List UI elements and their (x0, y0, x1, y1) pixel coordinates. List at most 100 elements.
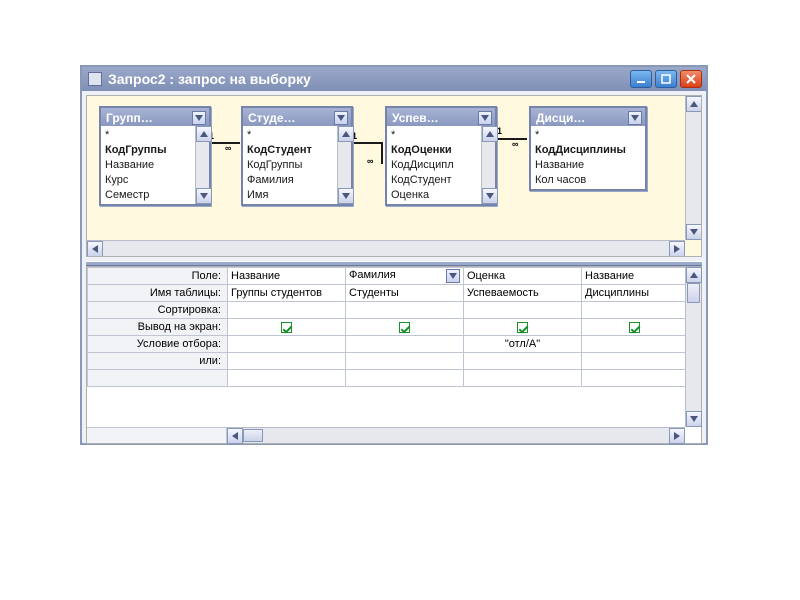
grid-cell[interactable]: Группы студентов (228, 285, 346, 302)
grid-cell[interactable]: Название (582, 268, 686, 285)
field-item[interactable]: Кол часов (535, 173, 631, 188)
grid-cell[interactable] (228, 353, 346, 370)
relation-many-label: ∞ (367, 156, 373, 166)
design-grid-pane[interactable]: Поле: Название Фамилия Оценка Название И… (86, 266, 702, 444)
row-field: Поле: Название Фамилия Оценка Название (88, 268, 686, 285)
chevron-down-icon[interactable] (628, 111, 642, 125)
row-or: или: (88, 353, 686, 370)
scroll-up-button[interactable] (686, 267, 702, 283)
grid-cell[interactable] (582, 336, 686, 353)
table-header[interactable]: Групп… (101, 108, 209, 126)
grid-cell[interactable] (582, 319, 686, 336)
grid-vertical-scrollbar[interactable] (685, 267, 701, 427)
scrollbar-thumb[interactable] (687, 283, 700, 303)
row-label-field: Поле: (88, 268, 228, 285)
qbe-grid[interactable]: Поле: Название Фамилия Оценка Название И… (87, 267, 685, 387)
grid-cell[interactable] (464, 353, 582, 370)
field-item[interactable]: КодГруппы (105, 143, 195, 158)
grid-cell[interactable]: Дисциплины (582, 285, 686, 302)
field-item[interactable]: Имя (247, 188, 337, 203)
field-item[interactable]: * (105, 128, 195, 143)
field-item[interactable]: КодОценки (391, 143, 481, 158)
titlebar[interactable]: Запрос2 : запрос на выборку (82, 67, 706, 91)
minimize-button[interactable] (630, 70, 652, 88)
field-item[interactable]: * (247, 128, 337, 143)
scroll-down-button[interactable] (686, 224, 702, 240)
show-checkbox[interactable] (281, 322, 292, 333)
grid-cell[interactable] (582, 302, 686, 319)
grid-cell[interactable] (346, 319, 464, 336)
scroll-up-button[interactable] (686, 96, 702, 112)
row-label-table: Имя таблицы: (88, 285, 228, 302)
relation-line (353, 142, 383, 144)
scroll-left-button[interactable] (227, 428, 243, 444)
diagram-horizontal-scrollbar[interactable] (87, 240, 685, 256)
grid-cell[interactable]: "отл/А" (464, 336, 582, 353)
show-checkbox[interactable] (399, 322, 410, 333)
field-item[interactable]: Курс (105, 173, 195, 188)
table-scrollbar[interactable] (481, 126, 495, 204)
chevron-down-icon[interactable] (478, 111, 492, 125)
close-button[interactable] (680, 70, 702, 88)
table-header[interactable]: Дисци… (531, 108, 645, 126)
maximize-button[interactable] (655, 70, 677, 88)
grid-cell[interactable]: Оценка (464, 268, 582, 285)
grid-cell[interactable] (346, 302, 464, 319)
table-box[interactable]: Успев… * КодОценки КодДисципл КодСтудент… (385, 106, 497, 206)
grid-cell[interactable] (228, 370, 346, 387)
grid-cell[interactable] (346, 353, 464, 370)
field-item[interactable]: Фамилия (247, 173, 337, 188)
relation-many-label: ∞ (225, 143, 231, 153)
grid-horizontal-scrollbar[interactable] (227, 427, 685, 443)
field-item[interactable]: Название (535, 158, 631, 173)
grid-cell[interactable] (228, 302, 346, 319)
dropdown-icon[interactable] (446, 269, 460, 283)
table-box[interactable]: Студе… * КодСтудент КодГруппы Фамилия Им… (241, 106, 353, 206)
grid-cell[interactable] (582, 353, 686, 370)
table-box[interactable]: Дисци… * КодДисциплины Название Кол часо… (529, 106, 647, 191)
scroll-left-button[interactable] (87, 241, 103, 257)
chevron-down-icon[interactable] (334, 111, 348, 125)
grid-cell[interactable]: Фамилия (346, 268, 464, 285)
row-label-show: Вывод на экран: (88, 319, 228, 336)
field-item[interactable]: КодСтудент (391, 173, 481, 188)
show-checkbox[interactable] (517, 322, 528, 333)
scroll-right-button[interactable] (669, 241, 685, 257)
grid-cell[interactable] (464, 319, 582, 336)
window-title: Запрос2 : запрос на выборку (108, 71, 627, 87)
table-scrollbar[interactable] (337, 126, 351, 204)
table-box[interactable]: Групп… * КодГруппы Название Курс Семестр (99, 106, 211, 206)
field-item[interactable]: * (391, 128, 481, 143)
table-title: Дисци… (536, 111, 628, 125)
field-item[interactable]: Название (105, 158, 195, 173)
field-item[interactable]: Семестр (105, 188, 195, 203)
field-item[interactable]: Оценка (391, 188, 481, 203)
grid-cell[interactable] (464, 370, 582, 387)
row-label-sort: Сортировка: (88, 302, 228, 319)
grid-cell[interactable]: Успеваемость (464, 285, 582, 302)
grid-cell[interactable]: Студенты (346, 285, 464, 302)
grid-cell[interactable] (228, 336, 346, 353)
chevron-down-icon[interactable] (192, 111, 206, 125)
show-checkbox[interactable] (629, 322, 640, 333)
grid-cell[interactable] (346, 336, 464, 353)
field-item[interactable]: * (535, 128, 631, 143)
table-scrollbar[interactable] (195, 126, 209, 204)
grid-cell[interactable] (228, 319, 346, 336)
system-icon[interactable] (88, 72, 102, 86)
table-diagram-pane[interactable]: 1 ∞ 1 ∞ 1 ∞ Групп… * КодГруппы Название … (86, 95, 702, 257)
grid-cell[interactable] (582, 370, 686, 387)
scrollbar-thumb[interactable] (243, 429, 263, 442)
field-item[interactable]: КодДисципл (391, 158, 481, 173)
grid-cell[interactable] (464, 302, 582, 319)
field-item[interactable]: КодСтудент (247, 143, 337, 158)
field-item[interactable]: КодГруппы (247, 158, 337, 173)
scroll-down-button[interactable] (686, 411, 702, 427)
grid-cell[interactable]: Название (228, 268, 346, 285)
table-header[interactable]: Студе… (243, 108, 351, 126)
diagram-vertical-scrollbar[interactable] (685, 96, 701, 240)
field-item[interactable]: КодДисциплины (535, 143, 631, 158)
table-header[interactable]: Успев… (387, 108, 495, 126)
scroll-right-button[interactable] (669, 428, 685, 444)
grid-cell[interactable] (346, 370, 464, 387)
